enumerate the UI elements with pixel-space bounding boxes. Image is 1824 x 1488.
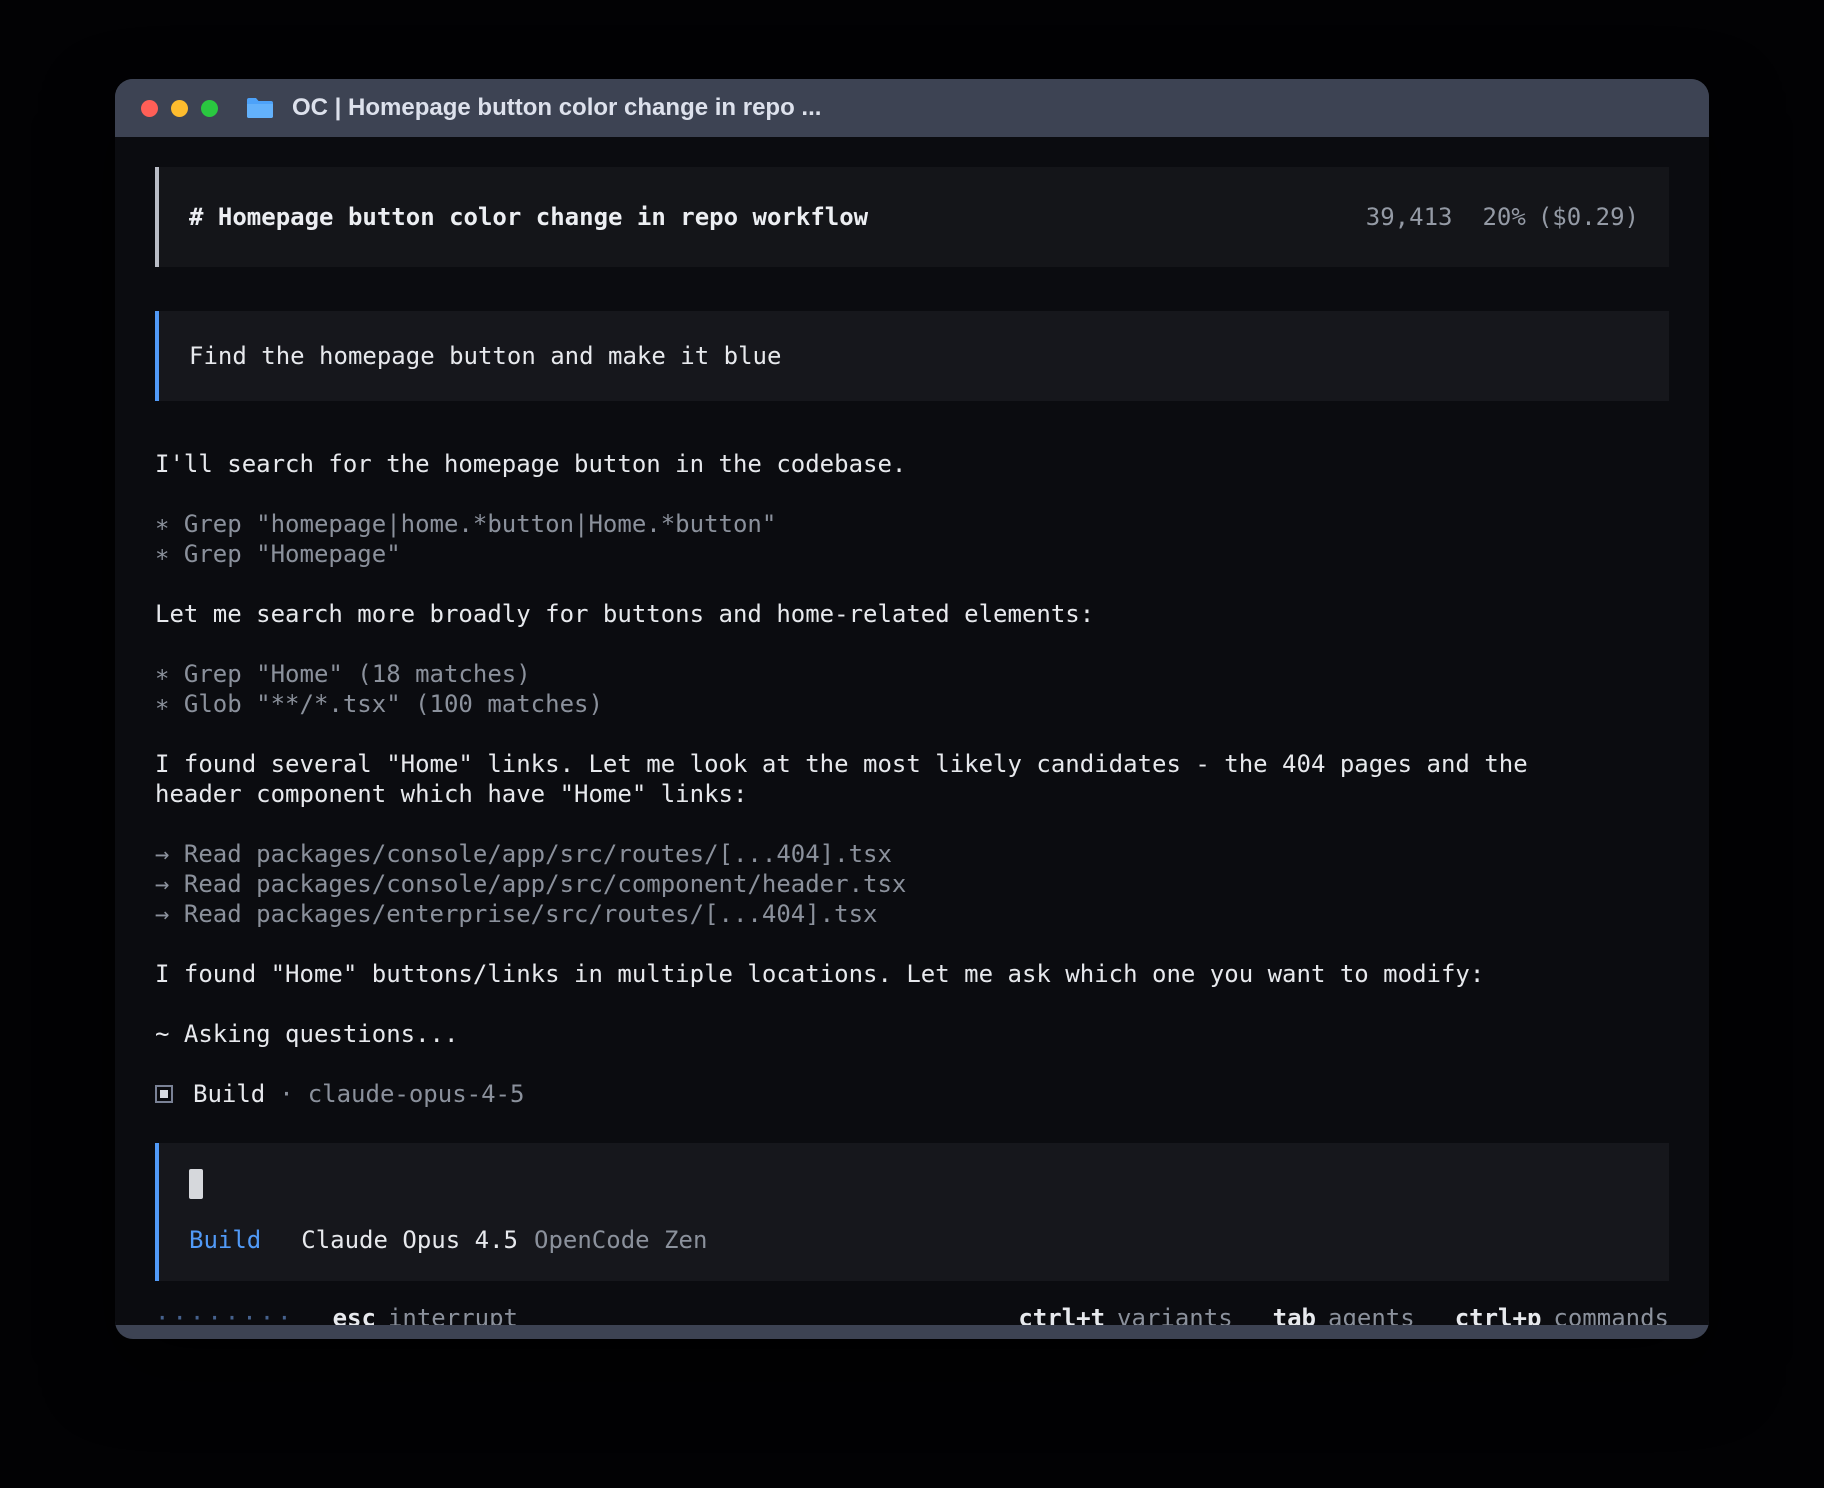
- agent-separator: ·: [279, 1079, 293, 1109]
- folder-icon: [245, 96, 275, 120]
- tool-call-read: → Read packages/enterprise/src/routes/[.…: [155, 899, 1669, 929]
- assistant-text: I found several "Home" links. Let me loo…: [155, 749, 1669, 809]
- provider-name: OpenCode Zen: [534, 1225, 707, 1255]
- session-title: # Homepage button color change in repo w…: [189, 202, 868, 232]
- esc-key: esc: [333, 1303, 376, 1325]
- window-title: OC | Homepage button color change in rep…: [292, 94, 821, 122]
- session-header: # Homepage button color change in repo w…: [155, 167, 1669, 267]
- agent-model-id: claude-opus-4-5: [308, 1079, 525, 1109]
- spinner-dots: ········: [155, 1303, 295, 1325]
- esc-label: interrupt: [388, 1303, 518, 1325]
- tool-call-grep: ∗ Grep "homepage|home.*button|Home.*butt…: [155, 509, 1669, 539]
- tool-call-read: → Read packages/console/app/src/routes/[…: [155, 839, 1669, 869]
- token-count: 39,413: [1366, 202, 1453, 232]
- terminal-window: OC | Homepage button color change in rep…: [115, 79, 1709, 1339]
- input-meta: Build Claude Opus 4.5 OpenCode Zen: [189, 1225, 1639, 1255]
- agent-icon: [155, 1085, 173, 1103]
- status-bar: ········ esc interrupt ctrl+t variants t…: [155, 1303, 1669, 1325]
- tool-call-grep: ∗ Grep "Homepage": [155, 539, 1669, 569]
- context-percent: 20%: [1482, 202, 1525, 232]
- mode-badge[interactable]: Build: [189, 1225, 261, 1255]
- titlebar: OC | Homepage button color change in rep…: [115, 79, 1709, 137]
- agent-name: Build: [193, 1079, 265, 1109]
- hint-agents: tab agents: [1273, 1303, 1415, 1325]
- agent-status-row: Build · claude-opus-4-5: [155, 1079, 1669, 1109]
- tool-call-grep: ∗ Grep "Home" (18 matches): [155, 659, 1669, 689]
- zoom-button[interactable]: [201, 100, 218, 117]
- tool-call-read: → Read packages/console/app/src/componen…: [155, 869, 1669, 899]
- model-name: Claude Opus 4.5: [301, 1225, 518, 1255]
- assistant-text: I found "Home" buttons/links in multiple…: [155, 959, 1669, 989]
- assistant-text: I'll search for the homepage button in t…: [155, 449, 1669, 479]
- prompt-input[interactable]: Build Claude Opus 4.5 OpenCode Zen: [155, 1143, 1669, 1281]
- hint-interrupt: esc interrupt: [333, 1303, 518, 1325]
- minimize-button[interactable]: [171, 100, 188, 117]
- user-message: Find the homepage button and make it blu…: [155, 311, 1669, 401]
- session-stats: 39,413 20% ($0.29): [1366, 202, 1639, 232]
- hint-variants: ctrl+t variants: [1018, 1303, 1232, 1325]
- session-cost: ($0.29): [1538, 202, 1639, 232]
- assistant-status: ~ Asking questions...: [155, 1019, 1669, 1049]
- close-button[interactable]: [141, 100, 158, 117]
- text-cursor: [189, 1169, 203, 1199]
- assistant-text: Let me search more broadly for buttons a…: [155, 599, 1669, 629]
- hint-commands: ctrl+p commands: [1455, 1303, 1669, 1325]
- conversation: I'll search for the homepage button in t…: [155, 449, 1669, 1109]
- terminal-body: # Homepage button color change in repo w…: [115, 137, 1709, 1325]
- tool-call-glob: ∗ Glob "**/*.tsx" (100 matches): [155, 689, 1669, 719]
